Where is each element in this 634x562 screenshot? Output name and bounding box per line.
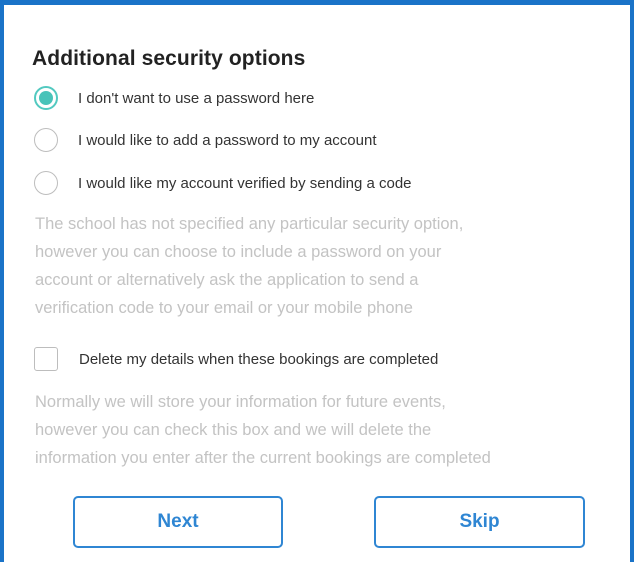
delete-details-label: Delete my details when these bookings ar… [79,350,439,368]
option-no-password[interactable]: I don't want to use a password here [34,86,314,110]
radio-verify-code[interactable] [34,171,58,195]
skip-button[interactable]: Skip [374,496,585,548]
option-verify-code[interactable]: I would like my account verified by send… [34,171,412,195]
security-options-panel: Additional security options I don't want… [0,0,634,562]
radio-no-password[interactable] [34,86,58,110]
next-button[interactable]: Next [73,496,283,548]
security-help-text: The school has not specified any particu… [35,210,625,322]
panel-title: Additional security options [32,47,306,70]
radio-add-password[interactable] [34,128,58,152]
option-label: I don't want to use a password here [78,89,315,107]
delete-details-checkbox[interactable] [34,347,58,371]
delete-help-text: Normally we will store your information … [35,388,625,472]
help-line: The school has not specified any particu… [35,215,464,233]
option-add-password[interactable]: I would like to add a password to my acc… [34,128,377,152]
option-label: I would like my account verified by send… [78,174,412,192]
help-line: however you can choose to include a pass… [35,243,442,261]
help-line: Normally we will store your information … [35,393,446,411]
delete-details-row[interactable]: Delete my details when these bookings ar… [34,347,438,371]
help-line: account or alternatively ask the applica… [35,271,419,289]
help-line: information you enter after the current … [35,449,491,467]
option-label: I would like to add a password to my acc… [78,131,377,149]
help-line: however you can check this box and we wi… [35,421,432,439]
help-line: verification code to your email or your … [35,299,413,317]
